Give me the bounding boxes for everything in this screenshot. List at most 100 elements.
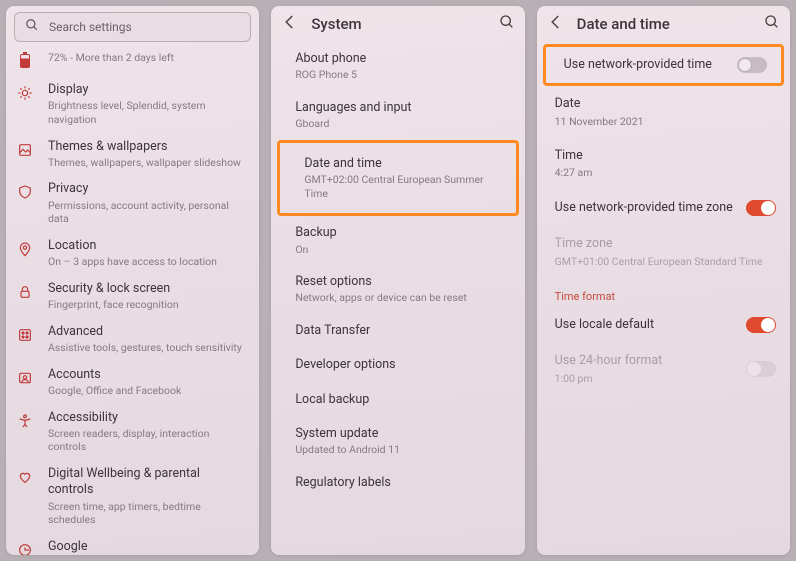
settings-row-google[interactable]: GoogleServices & preferences [6,533,259,555]
accessibility-icon [16,412,34,430]
date-time-pane: Date and time Use network-provided time D… [537,6,790,555]
row-sub: Updated to Android 11 [295,443,510,457]
themes-icon [16,141,34,159]
toggle-switch[interactable] [746,361,776,377]
privacy-icon [16,183,34,201]
datetime-row-4[interactable]: Time zone GMT+01:00 Central European Stan… [537,226,790,278]
timeformat-row-0[interactable]: Use locale default [537,307,790,343]
row-sub: ROG Phone 5 [295,68,510,82]
row-label: Advanced [48,324,247,340]
row-sub: Fingerprint, face recognition [48,298,247,312]
search-settings[interactable]: Search settings [14,12,251,42]
row-sub: GMT+02:00 Central European Summer Time [304,173,497,200]
system-row-4[interactable]: Reset optionsNetwork, apps or device can… [271,265,524,314]
row-label: Languages and input [295,100,510,116]
datetime-row-3[interactable]: Use network-provided time zone [537,190,790,226]
google-icon [16,541,34,555]
row-sub: Google, Office and Facebook [48,384,247,398]
system-row-2[interactable]: Date and timeGMT+02:00 Central European … [280,147,511,210]
row-sub: Brightness level, Splendid, system navig… [48,99,247,126]
row-sub: Screen readers, display, interaction con… [48,427,247,454]
accounts-icon [16,369,34,387]
row-sub: 11 November 2021 [555,115,776,129]
settings-row-privacy[interactable]: Privacy Permissions, account activity, pe… [6,175,259,232]
row-sub: Assistive tools, gestures, touch sensiti… [48,341,247,355]
row-label: Accounts [48,367,247,383]
settings-row-battery[interactable]: 72% - More than 2 days left [6,44,259,76]
row-label: Display [48,82,247,98]
row-label: Use locale default [555,317,736,333]
settings-row-accessibility[interactable]: AccessibilityScreen readers, display, in… [6,404,259,461]
search-placeholder: Search settings [49,20,132,34]
row-label: Time [555,148,776,164]
row-label: Reset options [295,274,510,290]
row-sub: Screen time, app timers, bedtime schedul… [48,500,247,527]
system-row-0[interactable]: About phoneROG Phone 5 [271,42,524,91]
row-label: Data Transfer [295,323,510,339]
settings-row-themes[interactable]: Themes & wallpapersThemes, wallpapers, w… [6,133,259,176]
system-row-9[interactable]: Regulatory labels [271,466,524,500]
row-sub: On – 3 apps have access to location [48,255,247,269]
row-label: Regulatory labels [295,475,510,491]
row-sub: 72% - More than 2 days left [48,51,247,65]
display-icon [16,84,34,102]
row-label: About phone [295,51,510,67]
row-sub: GMT+01:00 Central European Standard Time [555,255,776,269]
row-label: System update [295,426,510,442]
datetime-header: Date and time [537,6,790,42]
settings-row-location[interactable]: LocationOn – 3 apps have access to locat… [6,232,259,275]
settings-row-advanced[interactable]: AdvancedAssistive tools, gestures, touch… [6,318,259,361]
row-label: Accessibility [48,410,247,426]
row-label: Time zone [555,236,776,252]
row-label: Backup [295,225,510,241]
row-label: Developer options [295,357,510,373]
toggle-switch[interactable] [746,200,776,216]
row-sub: 1:00 pm [555,372,736,386]
search-icon[interactable] [499,14,515,34]
datetime-row-2[interactable]: Time4:27 am [537,138,790,190]
row-label: Digital Wellbeing & parental controls [48,466,247,499]
row-label: Use network-provided time [564,57,727,73]
settings-main-pane: Search settings 72% - More than 2 days l… [6,6,259,555]
system-row-7[interactable]: Local backup [271,383,524,417]
row-sub: Network, apps or device can be reset [295,291,510,305]
page-title: Date and time [577,15,752,33]
system-row-8[interactable]: System updateUpdated to Android 11 [271,417,524,466]
system-row-3[interactable]: Backup On [271,216,524,265]
wellbeing-icon [16,468,34,486]
battery-icon [16,52,34,70]
settings-row-security[interactable]: Security & lock screenFingerprint, face … [6,275,259,318]
datetime-row-1[interactable]: Date 11 November 2021 [537,86,790,138]
row-label: Use 24-hour format [555,353,736,369]
row-label: Date and time [304,156,497,172]
timeformat-row-1[interactable]: Use 24-hour format 1:00 pm [537,343,790,395]
settings-row-wellbeing[interactable]: Digital Wellbeing & parental controlsScr… [6,460,259,533]
toggle-switch[interactable] [746,317,776,333]
settings-row-display[interactable]: DisplayBrightness level, Splendid, syste… [6,76,259,133]
location-icon [16,240,34,258]
back-icon[interactable] [547,13,565,35]
row-sub: Themes, wallpapers, wallpaper slideshow [48,156,247,170]
back-icon[interactable] [281,13,299,35]
row-label: Date [555,96,776,112]
row-sub: Gboard [295,117,510,131]
row-label: Google [48,539,247,555]
system-row-6[interactable]: Developer options [271,348,524,382]
system-row-1[interactable]: Languages and inputGboard [271,91,524,140]
system-row-5[interactable]: Data Transfer [271,314,524,348]
advanced-icon [16,326,34,344]
toggle-switch[interactable] [737,57,767,73]
page-title: System [311,15,486,33]
row-label: Location [48,238,247,254]
row-sub: On [295,243,510,257]
row-label: Use network-provided time zone [555,200,736,216]
settings-row-accounts[interactable]: AccountsGoogle, Office and Facebook [6,361,259,404]
datetime-row-0[interactable]: Use network-provided time [546,47,781,83]
row-sub: Permissions, account activity, personal … [48,199,247,226]
search-icon [25,18,39,36]
row-label: Privacy [48,181,247,197]
section-time-format: Time format [537,278,790,307]
search-icon[interactable] [764,14,780,34]
row-label: Security & lock screen [48,281,247,297]
row-label: Themes & wallpapers [48,139,247,155]
